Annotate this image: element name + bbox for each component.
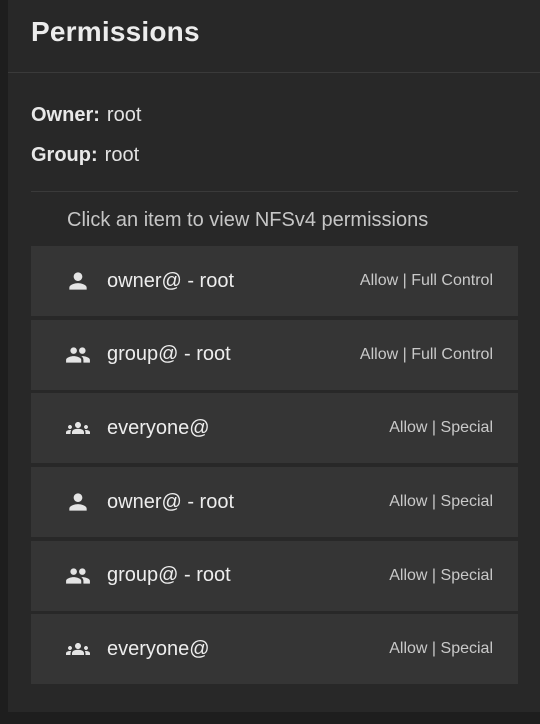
divider bbox=[31, 191, 518, 192]
hint-text: Click an item to view NFSv4 permissions bbox=[67, 209, 429, 231]
ace-who: group@ - root bbox=[107, 343, 231, 366]
ace-item-group-full[interactable]: group@ - root Allow | Full Control bbox=[31, 319, 518, 390]
owner-group-info: Owner: root Group: root bbox=[8, 95, 540, 175]
ace-who: owner@ - root bbox=[107, 490, 235, 513]
permissions-card: Permissions Owner: root Group: root Clic… bbox=[8, 0, 540, 712]
ace-item-owner-special[interactable]: owner@ - root Allow | Special bbox=[31, 467, 518, 538]
group-icon bbox=[60, 341, 96, 369]
ace-who: group@ - root bbox=[107, 564, 231, 587]
ace-permission: Allow | Full Control bbox=[359, 272, 493, 289]
person-icon bbox=[60, 267, 96, 295]
owner-row: Owner: root bbox=[31, 95, 540, 135]
ace-permission: Allow | Full Control bbox=[359, 345, 493, 363]
group-label: Group: bbox=[31, 143, 98, 166]
ace-item-everyone-special[interactable]: everyone@ Allow | Special bbox=[31, 614, 518, 685]
ace-permission: Allow | Special bbox=[389, 419, 493, 437]
group-row: Group: root bbox=[31, 135, 540, 175]
ace-who: everyone@ bbox=[107, 637, 210, 660]
owner-label: Owner: bbox=[31, 103, 100, 126]
ace-permission: Allow | Special bbox=[389, 640, 493, 658]
everyone-icon bbox=[60, 635, 96, 663]
card-header: Permissions bbox=[8, 0, 540, 73]
ace-item-everyone-special[interactable]: everyone@ Allow | Special bbox=[31, 393, 518, 464]
ace-item-owner-full[interactable]: owner@ - root Allow | Full Control bbox=[31, 246, 518, 316]
ace-who: everyone@ bbox=[107, 416, 210, 439]
card-title: Permissions bbox=[31, 16, 200, 47]
group-icon bbox=[60, 562, 96, 590]
ace-list: owner@ - root Allow | Full Control group… bbox=[31, 246, 518, 685]
person-icon bbox=[60, 488, 96, 516]
owner-value: root bbox=[106, 103, 142, 126]
group-value: root bbox=[104, 143, 140, 166]
ace-permission: Allow | Special bbox=[389, 493, 493, 511]
ace-who: owner@ - root bbox=[107, 269, 235, 292]
ace-item-group-special[interactable]: group@ - root Allow | Special bbox=[31, 540, 518, 611]
everyone-icon bbox=[60, 414, 96, 442]
ace-permission: Allow | Special bbox=[389, 566, 493, 584]
